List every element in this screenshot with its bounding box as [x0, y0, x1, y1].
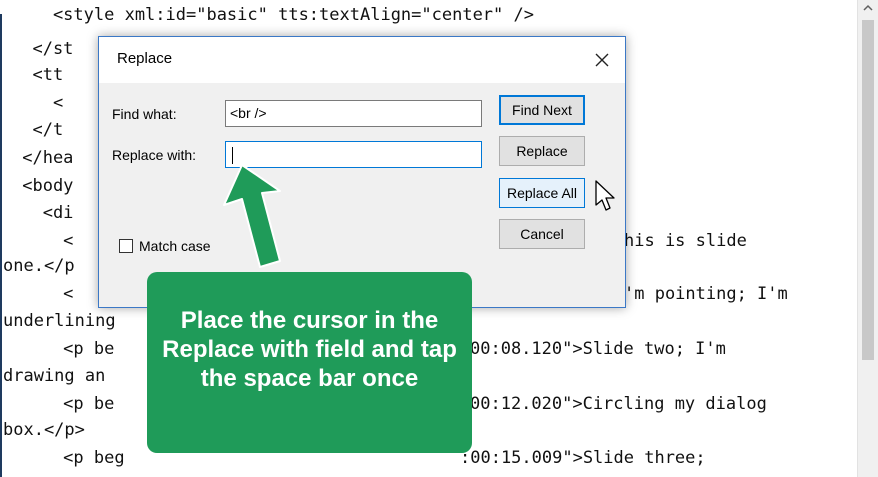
code-line: </hea — [12, 148, 74, 168]
code-line-fragment: :00:15.009">Slide three; — [460, 448, 706, 468]
replace-all-button[interactable]: Replace All — [499, 178, 585, 208]
code-line: < — [12, 93, 64, 113]
vertical-scrollbar[interactable] — [857, 0, 878, 477]
replace-button[interactable]: Replace — [499, 136, 585, 166]
dialog-title: Replace — [117, 50, 173, 67]
mouse-pointer-icon — [595, 180, 615, 211]
code-line: <tt — [12, 65, 64, 85]
arrow-icon — [223, 164, 281, 268]
find-what-input[interactable]: <br /> — [225, 100, 482, 127]
code-line: <body — [12, 176, 74, 196]
scrollbar-thumb[interactable] — [862, 20, 874, 360]
code-line: < — [12, 284, 74, 304]
cancel-button[interactable]: Cancel — [499, 219, 585, 249]
code-line: box.</p> — [3, 420, 85, 440]
find-what-label: Find what: — [112, 106, 177, 122]
code-line: </st — [12, 39, 74, 59]
code-line: <p beg — [12, 448, 125, 468]
code-line: <di — [12, 203, 74, 223]
code-line: <p be — [12, 394, 115, 414]
replace-with-label: Replace with: — [112, 147, 197, 163]
text-cursor — [232, 146, 233, 164]
dialog-titlebar: Replace — [99, 37, 625, 83]
code-line: drawing an — [3, 366, 106, 386]
code-line: < — [12, 231, 74, 251]
find-next-button[interactable]: Find Next — [499, 95, 585, 125]
code-line: underlining — [3, 311, 116, 331]
code-line: </t — [12, 120, 64, 140]
scroll-up-icon[interactable] — [857, 0, 878, 18]
instruction-callout: Place the cursor in the Replace with fie… — [147, 272, 472, 453]
close-icon[interactable] — [585, 43, 619, 77]
code-line-fragment: 00:08.120">Slide two; I'm — [470, 339, 726, 359]
code-line: one.</p — [3, 256, 75, 276]
code-line-fragment: 'm pointing; I'm — [624, 284, 788, 304]
code-line: <p be — [12, 339, 115, 359]
code-line-fragment: 00:12.020">Circling my dialog — [470, 394, 767, 414]
editor-left-border — [0, 14, 2, 477]
match-case-checkbox[interactable] — [119, 239, 133, 253]
match-case-label: Match case — [139, 238, 211, 254]
code-line-fragment: his is slide — [624, 231, 747, 251]
replace-dialog: Replace Find what: <br /> Replace with: … — [98, 36, 626, 308]
code-line: <style xml:id="basic" tts:textAlign="cen… — [12, 5, 534, 25]
callout-text: Place the cursor in the Replace with fie… — [162, 307, 457, 392]
